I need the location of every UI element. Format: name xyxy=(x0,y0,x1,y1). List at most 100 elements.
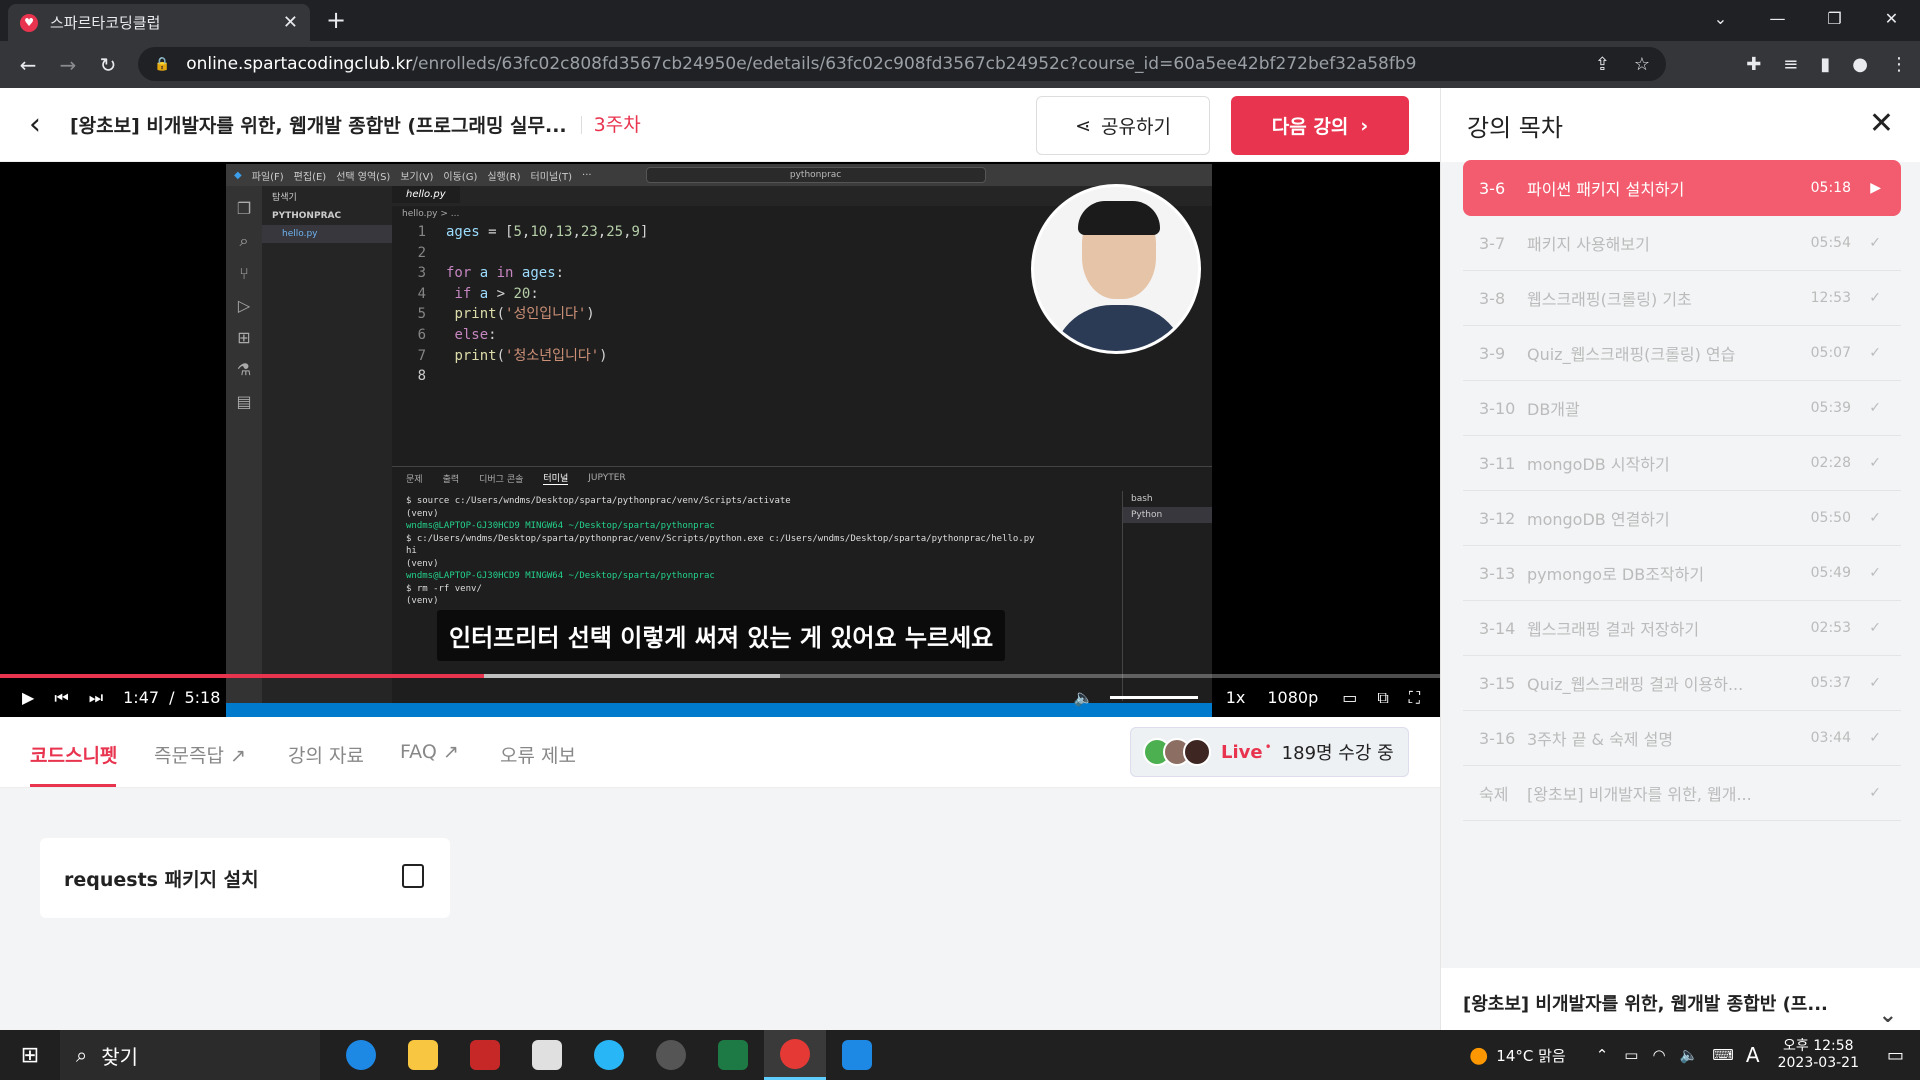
clock[interactable]: 오후 12:58 2023-03-21 xyxy=(1778,1038,1859,1072)
toc-item[interactable]: 숙제 [왕초보] 비개발자를 위한, 웹개... ✓ xyxy=(1463,766,1901,821)
minimize-icon[interactable]: — xyxy=(1749,0,1806,41)
snippet-card[interactable]: requests 패키지 설치 xyxy=(40,838,450,918)
toc-item-time: 05:49 xyxy=(1810,565,1851,581)
toc-item[interactable]: 3-6 파이썬 패키지 설치하기 05:18 ▶ xyxy=(1463,160,1901,216)
browser-tab[interactable]: ♥ 스파르타코딩클럽 ✕ xyxy=(8,4,310,41)
tab-code-snippet[interactable]: 코드스니펫 xyxy=(30,741,117,768)
taskbar-edge[interactable] xyxy=(330,1030,392,1080)
taskbar-vscode[interactable] xyxy=(826,1030,888,1080)
vscode-explorer: 탐색기 PYTHONPRAC hello.py xyxy=(262,186,392,716)
toc-item[interactable]: 3-13 pymongo로 DB조작하기 05:49 ✓ xyxy=(1463,546,1901,601)
battery-icon[interactable]: ▭ xyxy=(1624,1046,1638,1064)
webcam-overlay xyxy=(1031,184,1201,354)
browser-toolbar: ← → ↻ 🔒 online.spartacodingclub.kr/enrol… xyxy=(0,41,1920,88)
quality-control[interactable]: 1080p xyxy=(1267,688,1318,707)
vscode-menu-item: 보기(V) xyxy=(400,171,434,183)
taskbar-app[interactable] xyxy=(640,1030,702,1080)
excel-icon xyxy=(718,1040,748,1070)
toc-item[interactable]: 3-10 DB개괄 05:39 ✓ xyxy=(1463,381,1901,436)
tab-materials[interactable]: 강의 자료 xyxy=(288,741,364,768)
tab-faq[interactable]: FAQ ↗ xyxy=(400,741,459,763)
tab-search-icon[interactable]: ⌄ xyxy=(1692,0,1749,41)
fullscreen-icon[interactable]: ⛶ xyxy=(1409,688,1420,708)
vscode-icon xyxy=(842,1040,872,1070)
lock-icon[interactable]: 🔒 xyxy=(154,57,170,72)
speed-control[interactable]: 1x xyxy=(1226,688,1246,707)
share-page-icon[interactable]: ⇪ xyxy=(1595,54,1610,75)
picture-in-picture-icon[interactable]: ⧉ xyxy=(1377,688,1388,708)
terminal-output: $ source c:/Users/wndms/Desktop/sparta/p… xyxy=(392,489,1112,614)
ime-indicator[interactable]: A xyxy=(1746,1043,1760,1067)
close-tab-icon[interactable]: ✕ xyxy=(283,12,298,33)
share-button[interactable]: ⋖ 공유하기 xyxy=(1036,96,1210,155)
toc-item[interactable]: 3-16 3주차 끝 & 숙제 설명 03:44 ✓ xyxy=(1463,711,1901,766)
copy-icon[interactable] xyxy=(402,864,424,888)
forward-icon[interactable]: → xyxy=(48,53,88,77)
close-window-icon[interactable]: ✕ xyxy=(1863,0,1920,41)
browser-menu-icon[interactable]: ⋮ xyxy=(1890,54,1908,75)
speaker-icon[interactable]: 🔈 xyxy=(1680,1046,1699,1064)
next-icon[interactable]: ⏭ xyxy=(89,688,103,708)
new-tab-icon[interactable]: + xyxy=(326,6,346,34)
volume-icon[interactable]: 🔈 xyxy=(1074,688,1094,707)
toc-item[interactable]: 3-9 Quiz_웹스크래핑(크롤링) 연습 05:07 ✓ xyxy=(1463,326,1901,381)
toc-item[interactable]: 3-12 mongoDB 연결하기 05:50 ✓ xyxy=(1463,491,1901,546)
terminal-line: wndms@LAPTOP-GJ30HCD9 MINGW64 ~/Desktop/… xyxy=(406,571,715,581)
toc-item-time: 03:44 xyxy=(1810,730,1851,746)
toc-item[interactable]: 3-14 웹스크래핑 결과 저장하기 02:53 ✓ xyxy=(1463,601,1901,656)
keyboard-icon[interactable]: ⌨ xyxy=(1712,1046,1734,1064)
toc-footer-title: [왕초보] 비개발자를 위한, 웹개발 종합반 (프... xyxy=(1463,994,1828,1015)
lecture-header: ‹ [왕초보] 비개발자를 위한, 웹개발 종합반 (프로그래밍 실무... 3… xyxy=(0,88,1440,162)
address-bar[interactable]: 🔒 online.spartacodingclub.kr/enrolleds/6… xyxy=(138,47,1666,81)
vscode-menu-item: 선택 영역(S) xyxy=(336,171,391,183)
windows-start-icon[interactable]: ⊞ xyxy=(0,1043,60,1068)
search-icon: ⌕ xyxy=(76,1043,88,1067)
play-icon[interactable]: ▶ xyxy=(22,688,34,707)
toc-item-time: 02:53 xyxy=(1810,620,1851,636)
taskbar-mcafee[interactable] xyxy=(454,1030,516,1080)
tab-qna[interactable]: 즉문즉답 ↗ xyxy=(154,741,246,768)
media-control-icon[interactable]: ≡ xyxy=(1783,54,1798,75)
taskbar-chrome[interactable] xyxy=(764,1030,826,1080)
toc-item[interactable]: 3-8 웹스크래핑(크롤링) 기초 12:53 ✓ xyxy=(1463,271,1901,326)
close-icon[interactable]: ✕ xyxy=(1869,106,1894,141)
wifi-icon[interactable]: ◠ xyxy=(1652,1046,1665,1064)
profile-icon[interactable]: ● xyxy=(1852,54,1868,75)
side-panel-icon[interactable]: ▮ xyxy=(1820,54,1830,75)
notification-icon[interactable]: ▭ xyxy=(1887,1045,1904,1066)
back-arrow-icon[interactable]: ‹ xyxy=(0,107,70,142)
toc-item[interactable]: 3-15 Quiz_웹스크래핑 결과 이용하... 05:37 ✓ xyxy=(1463,656,1901,711)
taskbar-search[interactable]: ⌕ 찾기 xyxy=(60,1030,320,1080)
next-lecture-button[interactable]: 다음 강의 › xyxy=(1231,96,1409,155)
back-icon[interactable]: ← xyxy=(8,53,48,77)
toc-item[interactable]: 3-7 패키지 사용해보기 05:54 ✓ xyxy=(1463,216,1901,271)
video-player[interactable]: ◆ 파일(F) 편집(E) 선택 영역(S) 보기(V) 이동(G) 실행(R)… xyxy=(0,162,1440,717)
live-badge[interactable]: Live • 189명 수강 중 xyxy=(1130,727,1409,777)
toc-item-number: 3-16 xyxy=(1479,728,1516,748)
toc-item-time: 05:18 xyxy=(1810,180,1851,196)
vscode-menu-item: 실행(R) xyxy=(487,171,521,183)
taskbar-excel[interactable] xyxy=(702,1030,764,1080)
toc-item-number: 3-9 xyxy=(1479,343,1506,363)
taskbar-store[interactable] xyxy=(516,1030,578,1080)
avatar xyxy=(1183,738,1211,766)
extension-area: ✚ ≡ ▮ ● ⋮ xyxy=(1746,41,1908,88)
reload-icon[interactable]: ↻ xyxy=(88,53,128,77)
chevron-down-icon[interactable]: ⌄ xyxy=(1879,1003,1897,1028)
weather-text[interactable]: 14°C 맑음 xyxy=(1496,1045,1565,1066)
restore-icon[interactable]: ❐ xyxy=(1806,0,1863,41)
taskbar-ie[interactable] xyxy=(578,1030,640,1080)
tab-report-error[interactable]: 오류 제보 xyxy=(500,741,576,768)
captions-icon[interactable]: ▭ xyxy=(1342,688,1357,707)
video-subtitle: 인터프리터 선택 이렇게 써져 있는 게 있어요 누르세요 xyxy=(437,610,1006,661)
volume-slider[interactable] xyxy=(1109,696,1198,699)
bookmark-star-icon[interactable]: ☆ xyxy=(1634,54,1650,75)
taskbar-apps xyxy=(330,1030,888,1080)
toc-item-time: 12:53 xyxy=(1810,290,1851,306)
toc-item[interactable]: 3-11 mongoDB 시작하기 02:28 ✓ xyxy=(1463,436,1901,491)
tray-overflow-icon[interactable]: ⌃ xyxy=(1596,1046,1609,1064)
extensions-puzzle-icon[interactable]: ✚ xyxy=(1746,54,1761,75)
toc-footer[interactable]: [왕초보] 비개발자를 위한, 웹개발 종합반 (프... ⌄ xyxy=(1441,968,1920,1030)
previous-icon[interactable]: ⏮ xyxy=(54,688,68,708)
taskbar-explorer[interactable] xyxy=(392,1030,454,1080)
